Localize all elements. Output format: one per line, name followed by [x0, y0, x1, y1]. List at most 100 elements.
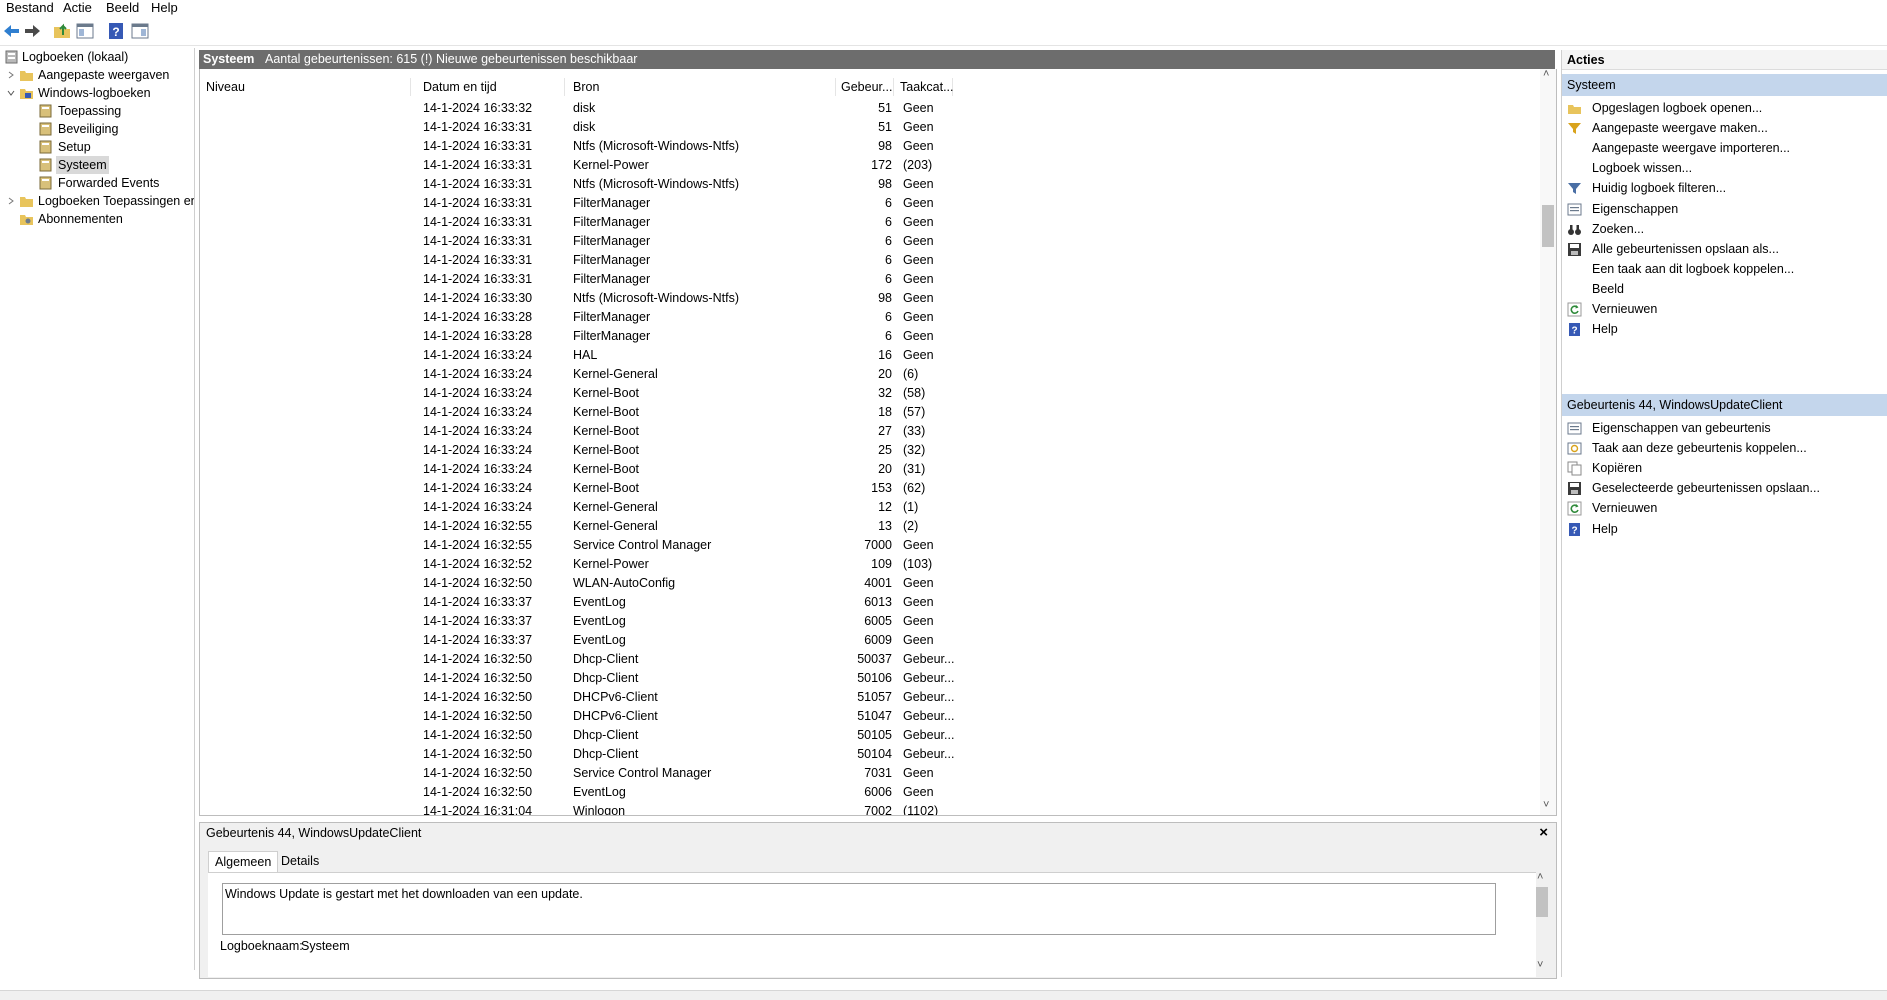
action-item[interactable]: Vernieuwen — [1562, 299, 1887, 319]
table-row[interactable]: Informatie14-1-2024 16:33:31FilterManage… — [200, 194, 1540, 213]
table-row[interactable]: Informatie14-1-2024 16:33:24Kernel-Boot3… — [200, 384, 1540, 403]
chevron-right-icon[interactable] — [6, 192, 16, 210]
scroll-up-icon[interactable]: ˄ — [1543, 69, 1549, 80]
menu-actie[interactable]: Actie — [61, 0, 94, 17]
table-row[interactable]: Waarschuwing14-1-2024 16:33:32disk51Geen — [200, 99, 1540, 118]
detail-scroll-thumb[interactable] — [1536, 887, 1548, 917]
detail-scrollbar[interactable]: ˄ ˅ — [1534, 871, 1550, 977]
table-row[interactable]: Informatie14-1-2024 16:32:50DHCPv6-Clien… — [200, 688, 1540, 707]
cell-source: EventLog — [573, 785, 626, 799]
table-row[interactable]: Informatie14-1-2024 16:33:24Kernel-Boot1… — [200, 479, 1540, 498]
table-row[interactable]: Informatie14-1-2024 16:33:24Kernel-Gener… — [200, 365, 1540, 384]
tab-algemeen[interactable]: Algemeen — [208, 851, 279, 872]
filter-icon — [1567, 181, 1582, 196]
action-item[interactable]: Vernieuwen — [1562, 498, 1887, 518]
chevron-right-icon[interactable] — [6, 66, 16, 84]
event-list-scrollbar[interactable]: ˄ ˅ — [1540, 69, 1556, 815]
column-header-event-id[interactable]: Gebeur... — [835, 78, 894, 96]
scroll-down-icon[interactable]: ˅ — [1537, 959, 1543, 971]
table-row[interactable]: Informatie14-1-2024 16:33:24Kernel-Boot1… — [200, 403, 1540, 422]
action-item[interactable]: ? Help — [1562, 319, 1887, 339]
table-row[interactable]: Waarschuwing14-1-2024 16:33:31disk51Geen — [200, 118, 1540, 137]
cell-event-id: 153 — [871, 481, 892, 495]
cell-source: DHCPv6-Client — [573, 690, 658, 704]
actions-section-systeem[interactable]: Systeem — [1562, 74, 1887, 96]
table-row[interactable]: Informatie14-1-2024 16:33:31Ntfs (Micros… — [200, 175, 1540, 194]
action-item[interactable]: ? Help — [1562, 519, 1887, 539]
console-tree-icon[interactable] — [75, 21, 95, 41]
action-item[interactable]: Geselecteerde gebeurtenissen opslaan... — [1562, 478, 1887, 498]
action-item[interactable]: Beeld — [1562, 279, 1887, 299]
action-item[interactable]: Aangepaste weergave importeren... — [1562, 138, 1887, 158]
action-item[interactable]: Huidig logboek filteren... — [1562, 178, 1887, 198]
table-row[interactable]: Informatie14-1-2024 16:32:50Dhcp-Client5… — [200, 650, 1540, 669]
table-row[interactable]: Informatie14-1-2024 16:33:24Kernel-Boot2… — [200, 460, 1540, 479]
table-row[interactable]: Informatie14-1-2024 16:31:04Winlogon7002… — [200, 802, 1540, 815]
table-row[interactable]: Fout14-1-2024 16:32:55Service Control Ma… — [200, 536, 1540, 555]
table-row[interactable]: Informatie14-1-2024 16:33:31Ntfs (Micros… — [200, 137, 1540, 156]
folder-up-icon[interactable] — [52, 21, 72, 41]
table-row[interactable]: Informatie14-1-2024 16:33:37EventLog6013… — [200, 593, 1540, 612]
forward-arrow-icon[interactable] — [22, 21, 42, 41]
cell-task-category: Gebeur... — [903, 652, 955, 666]
show-actions-pane-icon[interactable] — [130, 21, 150, 41]
scroll-down-icon[interactable]: ˅ — [1543, 799, 1549, 811]
help-icon[interactable]: ? — [106, 21, 126, 41]
table-row[interactable]: Informatie14-1-2024 16:32:50Dhcp-Client5… — [200, 669, 1540, 688]
action-item[interactable]: Eigenschappen — [1562, 199, 1887, 219]
table-row[interactable]: Informatie14-1-2024 16:33:30Ntfs (Micros… — [200, 289, 1540, 308]
action-item[interactable]: Een taak aan dit logboek koppelen... — [1562, 259, 1887, 279]
action-label: Opgeslagen logboek openen... — [1592, 101, 1763, 115]
table-row[interactable]: Informatie14-1-2024 16:33:31FilterManage… — [200, 213, 1540, 232]
chevron-down-icon[interactable] — [6, 84, 16, 102]
table-row[interactable]: Informatie14-1-2024 16:32:50DHCPv6-Clien… — [200, 707, 1540, 726]
menu-help[interactable]: Help — [149, 0, 180, 17]
cell-event-id: 50105 — [857, 728, 892, 742]
table-row[interactable]: Informatie14-1-2024 16:33:31Kernel-Power… — [200, 156, 1540, 175]
table-row[interactable]: Informatie14-1-2024 16:32:52Kernel-Power… — [200, 555, 1540, 574]
back-arrow-icon[interactable] — [2, 21, 22, 41]
table-row[interactable]: Informatie14-1-2024 16:33:24HAL16Geen — [200, 346, 1540, 365]
table-row[interactable]: Informatie14-1-2024 16:33:24Kernel-Boot2… — [200, 441, 1540, 460]
cell-event-id: 20 — [878, 367, 892, 381]
table-row[interactable]: Informatie14-1-2024 16:32:55Kernel-Gener… — [200, 517, 1540, 536]
action-item[interactable]: Zoeken... — [1562, 219, 1887, 239]
action-item[interactable]: Alle gebeurtenissen opslaan als... — [1562, 239, 1887, 259]
table-row[interactable]: Informatie14-1-2024 16:33:31FilterManage… — [200, 270, 1540, 289]
column-header-source[interactable]: Bron — [567, 78, 836, 96]
column-header-datetime[interactable]: Datum en tijd — [417, 78, 565, 96]
table-row[interactable]: Fout14-1-2024 16:32:50Service Control Ma… — [200, 764, 1540, 783]
table-row[interactable]: Informatie14-1-2024 16:33:24Kernel-Gener… — [200, 498, 1540, 517]
table-row[interactable]: Informatie14-1-2024 16:32:50WLAN-AutoCon… — [200, 574, 1540, 593]
table-row[interactable]: Informatie14-1-2024 16:33:28FilterManage… — [200, 327, 1540, 346]
action-item[interactable]: Logboek wissen... — [1562, 158, 1887, 178]
table-row[interactable]: Informatie14-1-2024 16:33:37EventLog6009… — [200, 631, 1540, 650]
event-message[interactable]: Windows Update is gestart met het downlo… — [222, 883, 1496, 935]
column-header-task-category[interactable]: Taakcat... — [894, 78, 954, 96]
action-item[interactable]: Aangepaste weergave maken... — [1562, 118, 1887, 138]
close-icon[interactable]: × — [1539, 823, 1548, 843]
action-item[interactable]: Taak aan deze gebeurtenis koppelen... — [1562, 438, 1887, 458]
action-item[interactable]: Kopiëren — [1562, 458, 1887, 478]
table-row[interactable]: Informatie14-1-2024 16:32:50EventLog6006… — [200, 783, 1540, 802]
action-item[interactable]: Opgeslagen logboek openen... — [1562, 98, 1887, 118]
table-row[interactable]: Informatie14-1-2024 16:33:31FilterManage… — [200, 251, 1540, 270]
table-row[interactable]: Informatie14-1-2024 16:33:24Kernel-Boot2… — [200, 422, 1540, 441]
table-row[interactable]: Informatie14-1-2024 16:33:28FilterManage… — [200, 308, 1540, 327]
table-row[interactable]: Informatie14-1-2024 16:32:50Dhcp-Client5… — [200, 745, 1540, 764]
menu-beeld[interactable]: Beeld — [104, 0, 141, 17]
table-row[interactable]: Informatie14-1-2024 16:32:50Dhcp-Client5… — [200, 726, 1540, 745]
table-row[interactable]: Informatie14-1-2024 16:33:37EventLog6005… — [200, 612, 1540, 631]
save-icon — [1567, 481, 1582, 496]
tab-details[interactable]: Details — [275, 851, 325, 871]
actions-section-event[interactable]: Gebeurtenis 44, WindowsUpdateClient — [1562, 394, 1887, 416]
tree-label: Systeem — [56, 156, 109, 174]
table-row[interactable]: Informatie14-1-2024 16:33:31FilterManage… — [200, 232, 1540, 251]
action-item[interactable]: Eigenschappen van gebeurtenis — [1562, 418, 1887, 438]
cell-event-id: 51047 — [857, 709, 892, 723]
cell-source: Dhcp-Client — [573, 747, 639, 761]
menu-bestand[interactable]: Bestand — [4, 0, 56, 17]
event-list-scroll-thumb[interactable] — [1542, 205, 1554, 247]
scroll-up-icon[interactable]: ˄ — [1537, 871, 1543, 883]
column-header-level[interactable]: Niveau — [200, 78, 411, 96]
